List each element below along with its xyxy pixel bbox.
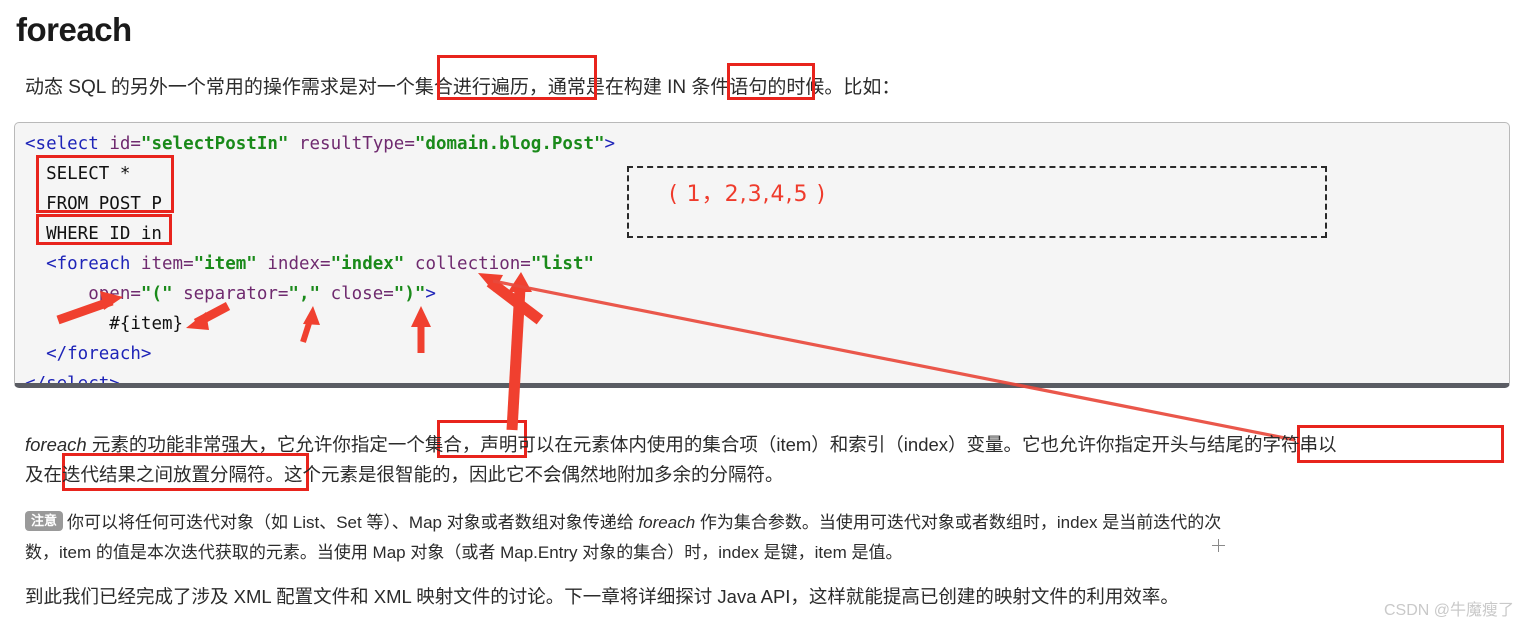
code-token: "selectPostIn" (140, 134, 289, 154)
code-line: <foreach item="item" index="index" colle… (25, 249, 615, 279)
code-token: ")" (393, 284, 426, 304)
code-token: index= (267, 254, 331, 274)
code-token: WHERE ID in (46, 224, 162, 244)
code-content: <select id="selectPostIn" resultType="do… (25, 129, 615, 388)
csdn-watermark: CSDN @牛魔瘦了 (1383, 602, 1514, 619)
code-block[interactable]: <select id="selectPostIn" resultType="do… (14, 122, 1510, 388)
final-paragraph: 到此我们已经完成了涉及 XML 配置文件和 XML 映射文件的讨论。下一章将详细… (25, 586, 1179, 607)
code-token: resultType= (298, 134, 415, 154)
code-token: "(" (140, 284, 173, 304)
crosshair-cursor-icon (1212, 539, 1225, 552)
note-line1-c: 作为集合参数。当使用可迭代对象或者数组时，index 是当前迭代的次 (695, 513, 1222, 532)
code-token: open= (88, 284, 141, 304)
code-token: </select> (25, 374, 120, 388)
intro-paragraph: 动态 SQL 的另外一个常用的操作需求是对一个集合进行遍历，通常是在构建 IN … (25, 77, 901, 98)
code-token: close= (330, 284, 394, 304)
code-token: > (425, 284, 436, 304)
code-token: item= (140, 254, 194, 274)
code-line: open="(" separator="," close=")"> (25, 279, 615, 309)
code-token: > (604, 134, 616, 154)
code-line: </select> (25, 369, 615, 388)
code-token: "," (288, 284, 321, 304)
code-token: SELECT * (46, 164, 131, 184)
code-line: FROM POST P (25, 189, 615, 219)
code-token: id= (109, 134, 141, 154)
code-token: </foreach> (46, 344, 152, 364)
note-keyword: foreach (638, 513, 696, 532)
note-line1-a: 你可以将任何可迭代对象（如 List、Set 等）、Map 对象或者数组对象传递… (67, 513, 639, 532)
page-title: foreach (16, 11, 132, 48)
code-token: "index" (330, 254, 405, 274)
code-token: FROM POST P (46, 194, 162, 214)
description-line2: 及在迭代结果之间放置分隔符。这个元素是很智能的，因此它不会偶然地附加多余的分隔符… (25, 464, 784, 485)
code-line: WHERE ID in (25, 219, 615, 249)
code-token: collection= (414, 254, 531, 274)
description-paragraph: foreach 元素的功能非常强大，它允许你指定一个集合，声明可以在元素体内使用… (25, 430, 1515, 490)
code-token: "list" (530, 254, 595, 274)
page-root: foreach 动态 SQL 的另外一个常用的操作需求是对一个集合进行遍历，通常… (0, 0, 1526, 627)
description-keyword: foreach (25, 434, 87, 455)
code-line: <select id="selectPostIn" resultType="do… (25, 129, 615, 159)
code-token: <select (25, 134, 99, 154)
code-token: "domain.blog.Post" (414, 134, 605, 154)
code-line: </foreach> (25, 339, 615, 369)
code-line: SELECT * (25, 159, 615, 189)
note-paragraph: 注意 你可以将任何可迭代对象（如 List、Set 等）、Map 对象或者数组对象… (25, 508, 1515, 568)
code-token: separator= (183, 284, 289, 304)
code-token: "item" (193, 254, 257, 274)
code-line: #{item} (25, 309, 615, 339)
description-line1: 元素的功能非常强大，它允许你指定一个集合，声明可以在元素体内使用的集合项（ite… (86, 434, 1337, 455)
code-token: <foreach (46, 254, 131, 274)
note-badge: 注意 (25, 511, 64, 531)
dashed-annotation-text: ( 1，2,3,4,5 ) (669, 182, 827, 207)
dashed-annotation-box: ( 1，2,3,4,5 ) (627, 166, 1327, 238)
code-token: #{item} (109, 314, 184, 334)
note-line2: 数，item 的值是本次迭代获取的元素。当使用 Map 对象（或者 Map.En… (25, 543, 903, 562)
